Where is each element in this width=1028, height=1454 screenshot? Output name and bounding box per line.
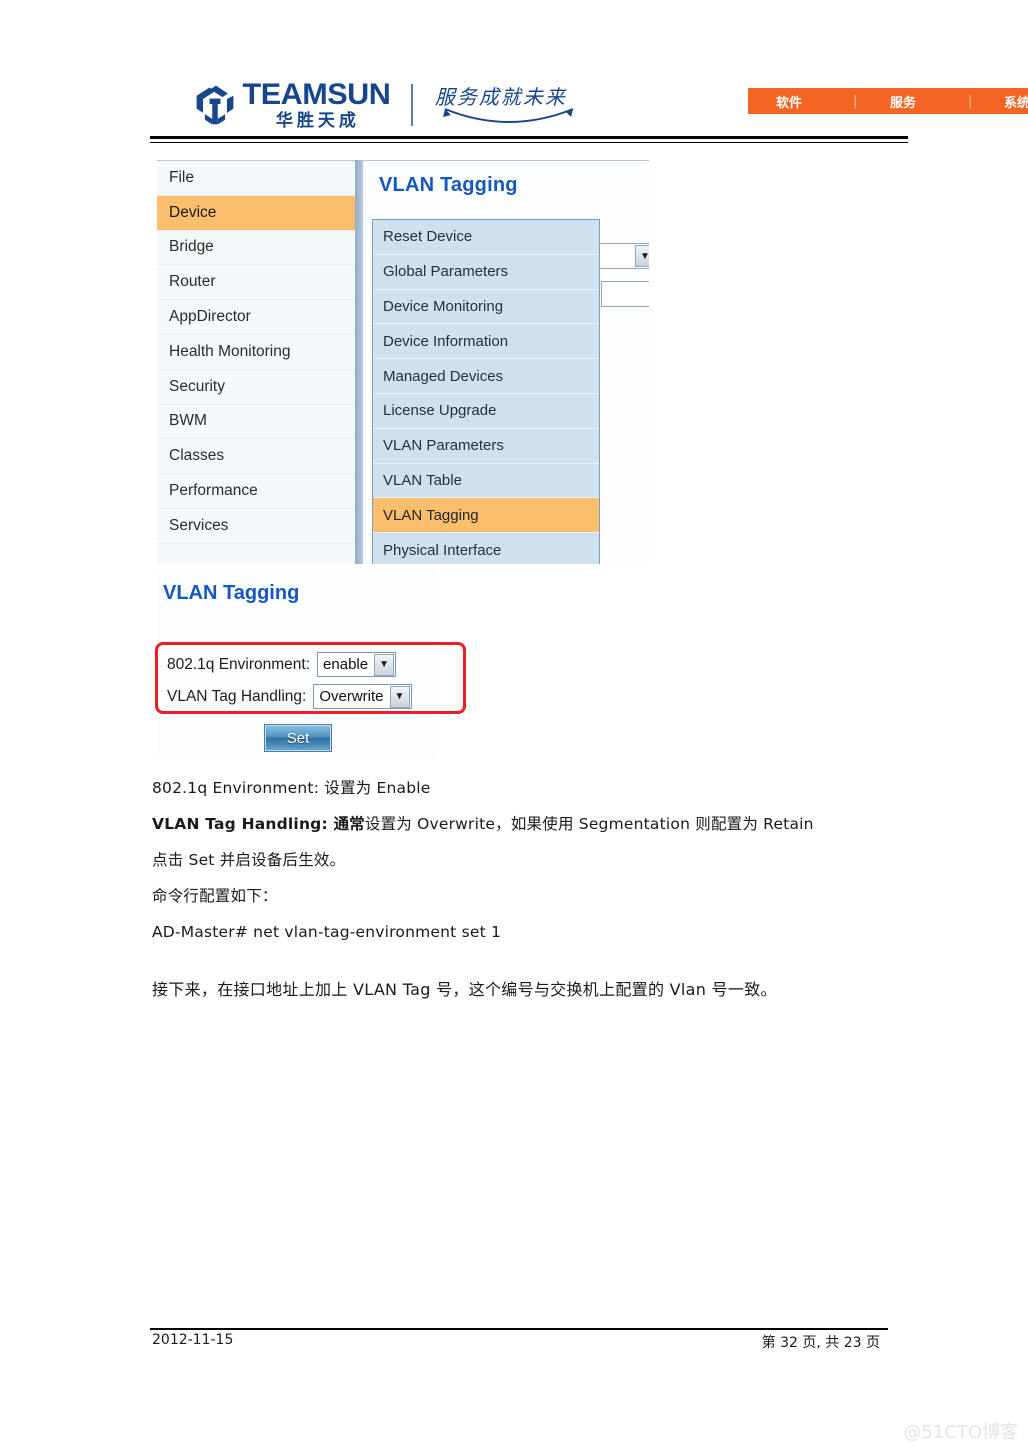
app-content-panel: VLAN Tagging ▼ ▼ Reset Device Global Par… [363,160,649,564]
body-final-paragraph: 接下来，在接口地址上加上 VLAN Tag 号，这个编号与交换机上配置的 Vla… [152,980,777,999]
watermark: @51CTO博客 [903,1422,1018,1443]
menu-item-physical-interface[interactable]: Physical Interface [373,533,599,564]
footer-date: 2012-11-15 [152,1332,234,1348]
select-802-1q-environment[interactable]: enable ▼ [317,652,397,677]
menu-item-vlan-tagging[interactable]: VLAN Tagging [373,498,599,534]
body-line-2-bold: VLAN Tag Handling: 通常 [152,815,365,833]
slogan-arc-icon [442,108,574,123]
nav-item-systems[interactable]: 系统及产 [1004,92,1028,111]
sidebar-item-health-monitoring[interactable]: Health Monitoring [157,335,355,370]
field-label-802-1q-environment: 802.1q Environment: [167,655,311,673]
sidebar-item-file[interactable]: File [157,161,355,196]
body-line-1: 802.1q Environment: 设置为 Enable [152,779,431,797]
select-value-802-1q-environment: enable [323,656,369,673]
field-row-vlan-tag-handling: VLAN Tag Handling: Overwrite ▼ [167,684,412,709]
menu-item-license-upgrade[interactable]: License Upgrade [373,394,599,429]
nav-item-service[interactable]: 服务 [890,92,916,111]
body-line-5: AD-Master# net vlan-tag-environment set … [152,923,502,941]
background-select-2[interactable]: ▼ [601,281,649,307]
teamsun-logo: TEAMSUN 华胜天成 服务成就未来 [192,80,585,130]
body-line-2-plain: 设置为 Overwrite，如果使用 Segmentation 则配置为 Ret… [364,815,814,833]
sidebar-item-bwm[interactable]: BWM [157,405,355,440]
sidebar-item-services[interactable]: Services [157,509,355,544]
document-header: TEAMSUN 华胜天成 服务成就未来 软件 | 服务 | 系统及产 [150,74,1028,136]
sidebar-item-appdirector[interactable]: AppDirector [157,300,355,335]
footer-page-info: 第 32 页, 共 23 页 [761,1335,880,1351]
teamsun-logo-mark [196,85,234,125]
footer-rule [150,1328,888,1330]
field-label-vlan-tag-handling: VLAN Tag Handling: [167,687,307,705]
form-title: VLAN Tagging [163,582,300,604]
panel-divider [355,160,363,564]
sidebar-item-device[interactable]: Device [157,195,355,231]
chevron-down-icon[interactable]: ▼ [389,685,410,708]
panel-title: VLAN Tagging [379,174,518,196]
device-dropdown-menu[interactable]: Reset Device Global Parameters Device Mo… [372,219,600,564]
nav-item-software[interactable]: 软件 [776,92,802,111]
app-left-menu[interactable]: File Device Bridge Router AppDirector He… [157,160,355,564]
menu-item-device-information[interactable]: Device Information [373,324,599,360]
select-vlan-tag-handling[interactable]: Overwrite ▼ [313,684,412,709]
header-nav-bar[interactable]: 软件 | 服务 | 系统及产 [748,88,1028,114]
slogan-block: 服务成就未来 [435,81,585,129]
sidebar-item-classes[interactable]: Classes [157,439,355,475]
body-line-2: VLAN Tag Handling: 通常设置为 Overwrite，如果使用 … [152,806,892,842]
menu-item-vlan-table[interactable]: VLAN Table [373,464,599,499]
select-value-vlan-tag-handling: Overwrite [319,688,384,705]
logo-brand-latin: TEAMSUN [242,78,391,111]
header-rule-thick [150,136,908,139]
sidebar-item-router[interactable]: Router [157,265,355,301]
body-copy: 802.1q Environment: 设置为 Enable VLAN Tag … [152,770,892,1008]
chevron-down-icon[interactable]: ▼ [635,245,649,267]
sidebar-item-bridge[interactable]: Bridge [157,231,355,266]
field-row-802-1q-environment: 802.1q Environment: enable ▼ [167,652,397,677]
vlan-tagging-form-section: VLAN Tagging 802.1q Environment: enable … [155,572,466,756]
menu-item-managed-devices[interactable]: Managed Devices [373,359,599,394]
sidebar-item-performance[interactable]: Performance [157,474,355,509]
set-button[interactable]: Set [264,724,332,752]
menu-item-vlan-parameters[interactable]: VLAN Parameters [373,429,599,464]
menu-item-global-parameters[interactable]: Global Parameters [373,255,599,290]
body-line-4: 命令行配置如下： [152,887,278,905]
menu-item-reset-device[interactable]: Reset Device [373,220,599,255]
nav-separator: | [968,93,973,109]
menu-item-device-monitoring[interactable]: Device Monitoring [373,290,599,325]
embedded-screenshot: File Device Bridge Router AppDirector He… [157,160,649,564]
nav-separator: | [853,93,858,109]
logo-divider [410,84,413,126]
chevron-down-icon[interactable]: ▼ [374,653,395,676]
body-line-3: 点击 Set 并启设备后生效。 [152,851,346,869]
header-rule-thin [150,142,908,143]
logo-brand-cn: 华胜天成 [275,111,360,131]
sidebar-item-security[interactable]: Security [157,370,355,405]
